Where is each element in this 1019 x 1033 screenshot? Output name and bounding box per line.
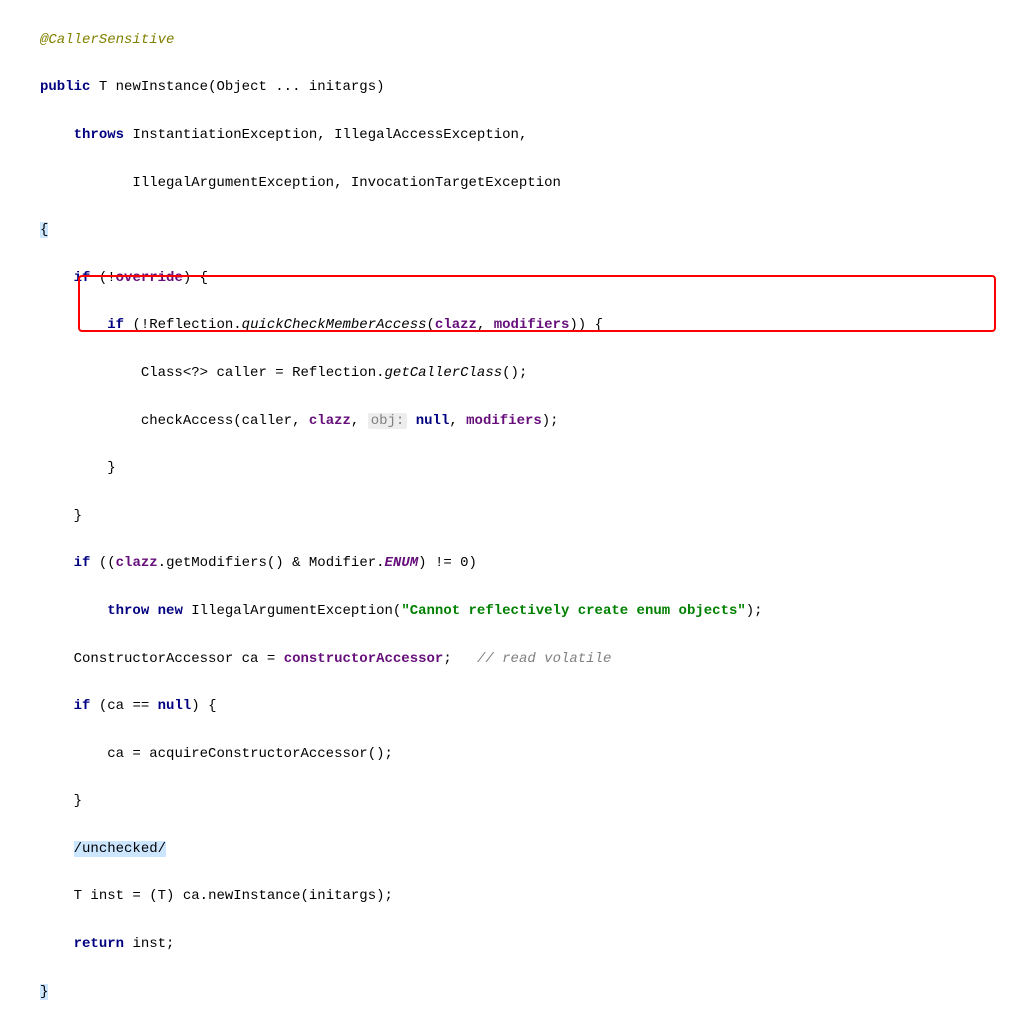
acquire: acquireConstructorAccessor [149,746,367,762]
iae: IllegalArgumentException [191,603,393,619]
kw-public: public [40,79,90,95]
checkaccess: checkAccess [141,413,233,429]
null: null [416,413,450,429]
code-block: @CallerSensitive public T newInstance(Ob… [0,0,1019,1033]
kw-throws: throws [74,127,124,143]
brace-close: } [40,984,48,1000]
ctor-type: ConstructorAccessor [74,651,234,667]
kw-if: if [74,270,91,286]
getcaller: getCallerClass [385,365,503,381]
comment: // read volatile [477,651,611,667]
override-field: override [116,270,183,286]
kw-throw: throw [107,603,149,619]
ex1: InstantiationException [132,127,317,143]
ca-var: ca [242,651,259,667]
getmodifiers: getModifiers [166,555,267,571]
ex4: InvocationTargetException [351,175,561,191]
kw-return: return [74,936,124,952]
param-hint: obj: [368,413,408,429]
enum-field: ENUM [385,555,419,571]
method-name: newInstance [116,79,208,95]
clazz: clazz [435,317,477,333]
inst-var: inst [90,888,124,904]
quickcheck: quickCheckMemberAccess [242,317,427,333]
newinstance-call: newInstance [208,888,300,904]
params: (Object ... initargs) [208,79,384,95]
ex2: IllegalAccessException [334,127,519,143]
brace-open: { [40,222,48,238]
class-wild: Class<?> [141,365,208,381]
annotation: @CallerSensitive [40,32,174,48]
modifiers: modifiers [494,317,570,333]
unchecked: /unchecked/ [74,841,166,857]
caller-var: caller [216,365,266,381]
enum-msg: "Cannot reflectively create enum objects… [401,603,745,619]
reflection: Reflection [149,317,233,333]
type-t: T [99,79,107,95]
ex3: IllegalArgumentException [132,175,334,191]
kw-new: new [158,603,183,619]
ctor-accessor: constructorAccessor [284,651,444,667]
